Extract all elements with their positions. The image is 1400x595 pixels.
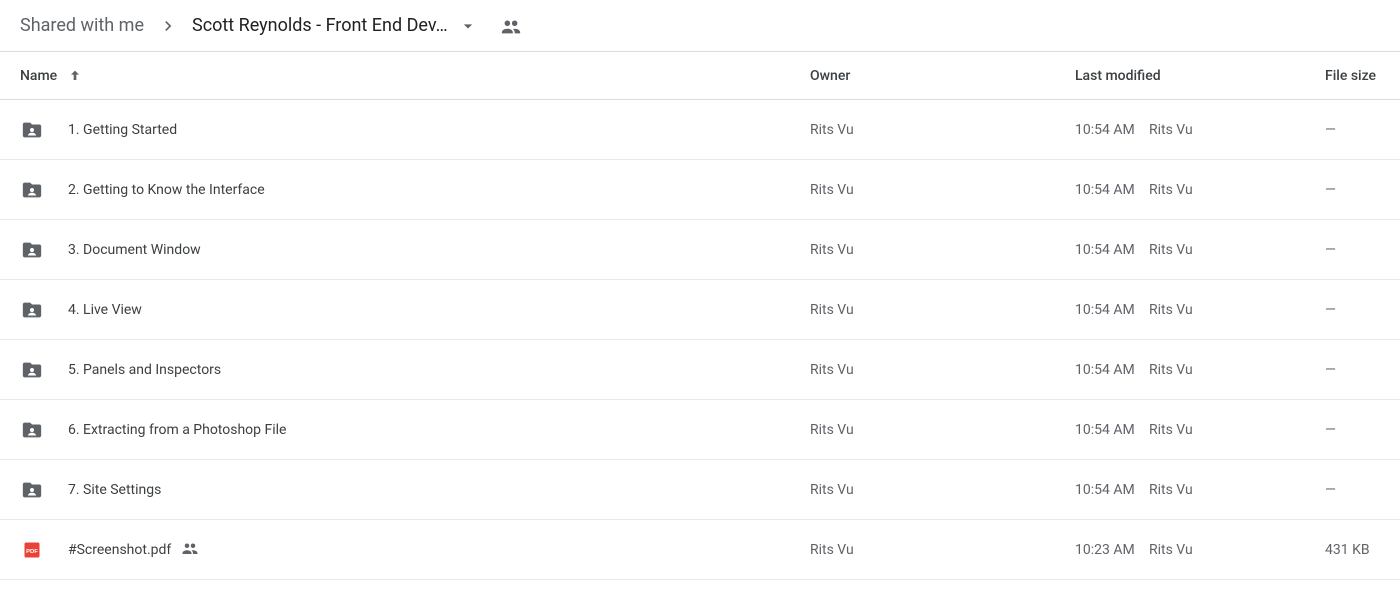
file-owner: Rits Vu <box>810 182 1075 198</box>
file-size: — <box>1325 242 1380 258</box>
col-owner-label: Owner <box>810 68 850 84</box>
file-modified: 10:54 AMRits Vu <box>1075 122 1325 138</box>
file-size: — <box>1325 362 1380 378</box>
file-modified-time: 10:54 AM <box>1075 482 1149 498</box>
col-size-label: File size <box>1325 68 1376 84</box>
shared-folder-icon <box>20 119 44 141</box>
file-name: 7. Site Settings <box>68 482 161 498</box>
shared-badge-icon <box>181 539 199 561</box>
file-owner: Rits Vu <box>810 122 1075 138</box>
breadcrumb: Shared with me Scott Reynolds - Front En… <box>0 0 1400 52</box>
file-list: 1. Getting StartedRits Vu10:54 AMRits Vu… <box>0 100 1400 580</box>
file-name: #Screenshot.pdf <box>68 542 171 558</box>
file-size: — <box>1325 422 1380 438</box>
caret-down-icon <box>458 16 478 36</box>
file-modified-by: Rits Vu <box>1149 362 1193 378</box>
file-size: 431 KB <box>1325 542 1380 558</box>
file-owner: Rits Vu <box>810 422 1075 438</box>
pdf-icon <box>20 540 44 560</box>
file-owner: Rits Vu <box>810 242 1075 258</box>
col-modified-label: Last modified <box>1075 68 1161 84</box>
file-name: 5. Panels and Inspectors <box>68 362 221 378</box>
file-owner: Rits Vu <box>810 302 1075 318</box>
shared-folder-icon <box>20 299 44 321</box>
shared-with-icon[interactable] <box>500 15 522 37</box>
file-modified-time: 10:54 AM <box>1075 242 1149 258</box>
chevron-right-icon <box>158 16 178 36</box>
file-name: 1. Getting Started <box>68 122 177 138</box>
shared-folder-icon <box>20 479 44 501</box>
file-row[interactable]: 3. Document Window Rits Vu10:54 AMRits Vu… <box>0 220 1400 280</box>
file-row[interactable]: 7. Site SettingsRits Vu10:54 AMRits Vu— <box>0 460 1400 520</box>
shared-folder-icon <box>20 239 44 261</box>
file-modified: 10:54 AMRits Vu <box>1075 242 1325 258</box>
sort-asc-icon <box>67 68 83 84</box>
breadcrumb-current-label: Scott Reynolds - Front End Dev… <box>192 15 448 36</box>
file-name: 4. Live View <box>68 302 142 318</box>
file-size: — <box>1325 482 1380 498</box>
file-modified: 10:54 AMRits Vu <box>1075 182 1325 198</box>
file-modified-by: Rits Vu <box>1149 242 1193 258</box>
file-modified: 10:23 AMRits Vu <box>1075 542 1325 558</box>
breadcrumb-current[interactable]: Scott Reynolds - Front End Dev… <box>192 15 478 36</box>
file-modified: 10:54 AMRits Vu <box>1075 482 1325 498</box>
file-owner: Rits Vu <box>810 482 1075 498</box>
file-modified-time: 10:23 AM <box>1075 542 1149 558</box>
file-name: 6. Extracting from a Photoshop File <box>68 422 286 438</box>
shared-folder-icon <box>20 359 44 381</box>
file-row[interactable]: 1. Getting Started Rits Vu10:54 AMRits Vu… <box>0 100 1400 160</box>
file-row[interactable]: 2. Getting to Know the Interface Rits Vu1… <box>0 160 1400 220</box>
file-row[interactable]: 5. Panels and Inspectors Rits Vu10:54 AMR… <box>0 340 1400 400</box>
col-owner[interactable]: Owner <box>810 68 1075 84</box>
col-modified[interactable]: Last modified <box>1075 68 1325 84</box>
file-modified-by: Rits Vu <box>1149 542 1193 558</box>
file-owner: Rits Vu <box>810 542 1075 558</box>
col-name-label: Name <box>20 68 57 84</box>
shared-folder-icon <box>20 419 44 441</box>
shared-folder-icon <box>20 179 44 201</box>
file-size: — <box>1325 302 1380 318</box>
breadcrumb-root[interactable]: Shared with me <box>20 15 144 36</box>
file-modified-by: Rits Vu <box>1149 182 1193 198</box>
file-size: — <box>1325 182 1380 198</box>
file-modified-time: 10:54 AM <box>1075 182 1149 198</box>
file-modified: 10:54 AMRits Vu <box>1075 422 1325 438</box>
file-modified-time: 10:54 AM <box>1075 362 1149 378</box>
file-name: 2. Getting to Know the Interface <box>68 182 265 198</box>
file-modified-time: 10:54 AM <box>1075 122 1149 138</box>
file-row[interactable]: #Screenshot.pdfRits Vu10:23 AMRits Vu431… <box>0 520 1400 580</box>
file-modified-by: Rits Vu <box>1149 482 1193 498</box>
column-headers: Name Owner Last modified File size <box>0 52 1400 100</box>
file-modified: 10:54 AMRits Vu <box>1075 302 1325 318</box>
file-modified-by: Rits Vu <box>1149 302 1193 318</box>
file-modified-by: Rits Vu <box>1149 122 1193 138</box>
file-row[interactable]: 4. Live ViewRits Vu10:54 AMRits Vu— <box>0 280 1400 340</box>
file-owner: Rits Vu <box>810 362 1075 378</box>
file-modified-time: 10:54 AM <box>1075 422 1149 438</box>
file-modified-by: Rits Vu <box>1149 422 1193 438</box>
col-size[interactable]: File size <box>1325 68 1380 84</box>
col-name[interactable]: Name <box>20 68 810 84</box>
file-modified: 10:54 AMRits Vu <box>1075 362 1325 378</box>
file-modified-time: 10:54 AM <box>1075 302 1149 318</box>
file-size: — <box>1325 122 1380 138</box>
file-row[interactable]: 6. Extracting from a Photoshop File Rits … <box>0 400 1400 460</box>
file-name: 3. Document Window <box>68 242 201 258</box>
